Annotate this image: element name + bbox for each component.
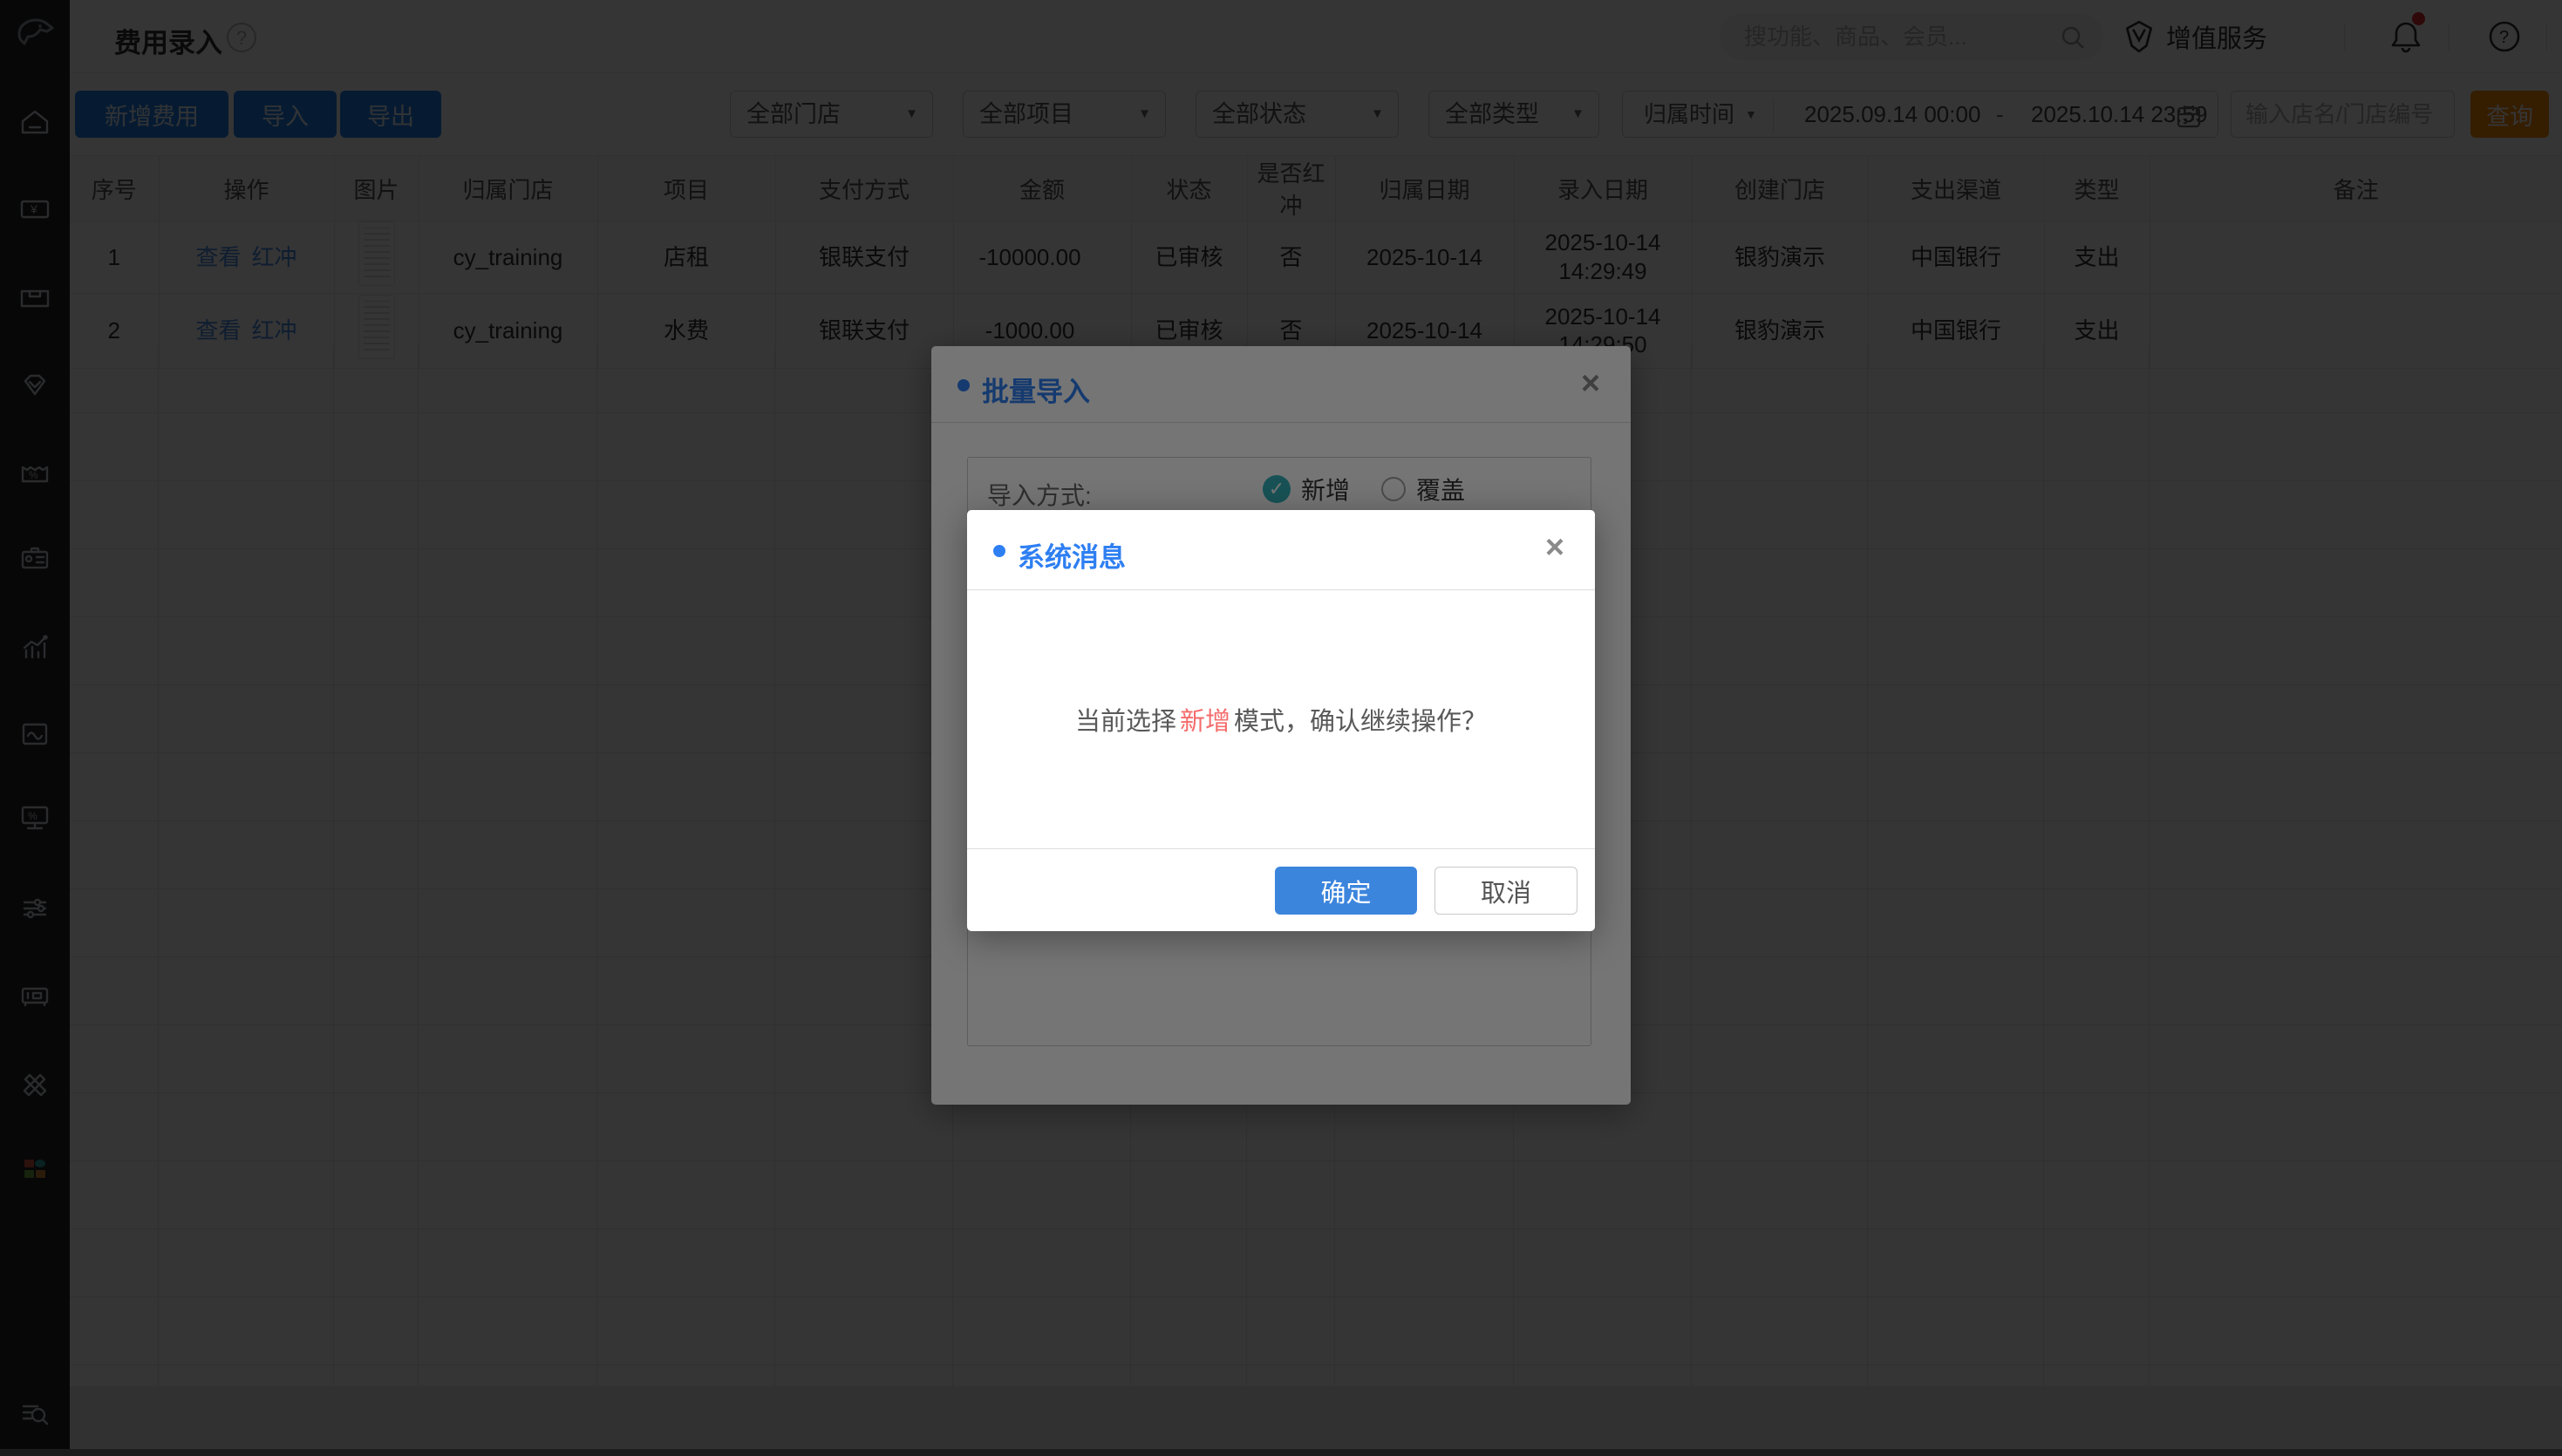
modal-footer: 确定 取消 (967, 848, 1595, 931)
window-bottom-edge (0, 1449, 2562, 1456)
title-dot-icon (993, 545, 1005, 557)
modal-header: 系统消息 × (967, 510, 1595, 590)
confirm-button[interactable]: 确定 (1275, 867, 1417, 915)
close-icon[interactable]: × (1536, 529, 1574, 568)
message-text: 当前选择 新增 模式，确认继续操作？ (967, 590, 1595, 848)
modal-title: 系统消息 (1018, 535, 1126, 575)
cancel-button[interactable]: 取消 (1434, 867, 1577, 915)
system-message-modal: 系统消息 × 当前选择 新增 模式，确认继续操作？ 确定 取消 (967, 510, 1595, 931)
highlighted-mode: 新增 (1180, 701, 1230, 738)
